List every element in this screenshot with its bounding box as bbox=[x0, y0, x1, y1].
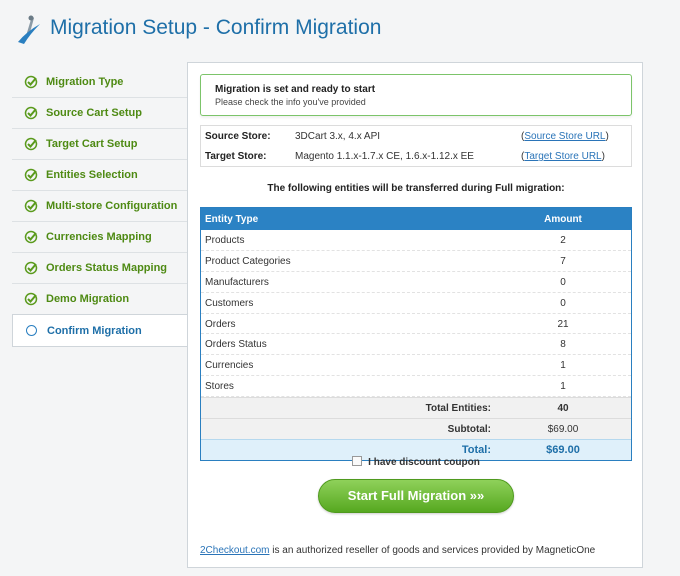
step-entities-selection[interactable]: Entities Selection bbox=[12, 160, 188, 191]
total-value: $69.00 bbox=[546, 444, 580, 457]
entity-name: Product Categories bbox=[205, 255, 291, 267]
target-store-label: Target Store: bbox=[205, 151, 267, 162]
logo-icon bbox=[18, 15, 40, 44]
entities-table: Entity Type Amount Products 2 Product Cat… bbox=[200, 207, 632, 462]
discount-coupon-label[interactable]: I have discount coupon bbox=[368, 457, 480, 468]
current-step-circle-icon bbox=[26, 325, 37, 336]
entity-name: Products bbox=[205, 235, 245, 246]
discount-coupon: I have discount coupon bbox=[188, 456, 644, 468]
check-icon bbox=[24, 261, 38, 275]
table-row: Orders 21 bbox=[201, 314, 631, 335]
reseller-note: 2Checkout.com is an authorized reseller … bbox=[200, 545, 595, 556]
check-icon bbox=[24, 106, 38, 120]
total-entities-value: 40 bbox=[557, 403, 569, 415]
step-label: Migration Type bbox=[46, 76, 124, 88]
step-label: Confirm Migration bbox=[47, 324, 142, 337]
entity-amount: 1 bbox=[560, 381, 566, 393]
step-label: Orders Status Mapping bbox=[46, 262, 168, 274]
table-header: Entity Type Amount bbox=[201, 208, 631, 230]
entity-name: Orders Status bbox=[205, 339, 267, 351]
check-icon bbox=[24, 75, 38, 89]
notice-text: Please check the info you've provided bbox=[215, 97, 366, 107]
step-confirm-migration[interactable]: Confirm Migration bbox=[12, 314, 190, 347]
store-info: Source Store: 3DCart 3.x, 4.x API Source… bbox=[200, 125, 632, 167]
amount-header: Amount bbox=[544, 214, 582, 225]
table-row: Products 2 bbox=[201, 230, 631, 251]
total-entities-row: Total Entities: 40 bbox=[201, 397, 631, 419]
step-label: Multi-store Configuration bbox=[46, 200, 178, 212]
notice-title: Migration is set and ready to start bbox=[215, 84, 376, 95]
entity-name: Customers bbox=[205, 297, 254, 309]
entity-name: Currencies bbox=[205, 360, 254, 372]
target-store-value: Magento 1.1.x-1.7.x CE, 1.6.x-1.12.x EE bbox=[295, 151, 474, 162]
subtotal-row: Subtotal: $69.00 bbox=[201, 418, 631, 440]
target-store-row: Target Store: Magento 1.1.x-1.7.x CE, 1.… bbox=[201, 146, 631, 166]
table-row: Manufacturers 0 bbox=[201, 272, 631, 293]
source-store-label: Source Store: bbox=[205, 131, 271, 142]
entity-amount: 21 bbox=[557, 318, 569, 330]
entity-amount: 8 bbox=[560, 339, 566, 351]
source-store-url-link[interactable]: Source Store URL bbox=[521, 131, 609, 142]
entity-amount: 0 bbox=[560, 276, 566, 288]
entities-intro: The following entities will be transferr… bbox=[267, 183, 565, 194]
step-label: Source Cart Setup bbox=[46, 107, 142, 119]
entity-amount: 2 bbox=[560, 235, 566, 246]
reseller-text: is an authorized reseller of goods and s… bbox=[269, 545, 596, 556]
step-label: Demo Migration bbox=[46, 293, 130, 305]
table-row: Orders Status 8 bbox=[201, 334, 631, 356]
source-store-row: Source Store: 3DCart 3.x, 4.x API Source… bbox=[201, 126, 631, 146]
step-currencies-mapping[interactable]: Currencies Mapping bbox=[12, 222, 188, 253]
entity-name: Stores bbox=[205, 381, 234, 393]
page-header: Migration Setup - Confirm Migration bbox=[0, 0, 680, 62]
table-row: Product Categories 7 bbox=[201, 251, 631, 272]
total-entities-label: Total Entities: bbox=[425, 403, 491, 415]
step-multi-store-configuration[interactable]: Multi-store Configuration bbox=[12, 191, 188, 222]
step-source-cart-setup[interactable]: Source Cart Setup bbox=[12, 98, 188, 129]
step-label: Entities Selection bbox=[46, 169, 138, 181]
target-store-url-link[interactable]: Target Store URL bbox=[521, 151, 605, 162]
step-orders-status-mapping[interactable]: Orders Status Mapping bbox=[12, 253, 188, 284]
check-icon bbox=[24, 292, 38, 306]
check-icon bbox=[24, 137, 38, 151]
entity-name: Orders bbox=[205, 318, 236, 330]
subtotal-label: Subtotal: bbox=[447, 424, 491, 436]
step-migration-type[interactable]: Migration Type bbox=[12, 67, 188, 98]
check-icon bbox=[24, 230, 38, 244]
confirm-panel: Migration is set and ready to start Plea… bbox=[187, 62, 643, 568]
step-label: Target Cart Setup bbox=[46, 138, 138, 150]
ready-notice: Migration is set and ready to start Plea… bbox=[200, 74, 632, 116]
check-icon bbox=[24, 168, 38, 182]
start-full-migration-button[interactable]: Start Full Migration »» bbox=[318, 479, 514, 513]
step-demo-migration[interactable]: Demo Migration bbox=[12, 284, 188, 315]
step-label: Currencies Mapping bbox=[46, 231, 152, 243]
subtotal-value: $69.00 bbox=[547, 424, 579, 436]
entity-amount: 1 bbox=[560, 360, 566, 372]
entity-name: Manufacturers bbox=[205, 276, 269, 288]
step-target-cart-setup[interactable]: Target Cart Setup bbox=[12, 129, 188, 160]
page-title: Migration Setup - Confirm Migration bbox=[50, 16, 382, 39]
check-icon bbox=[24, 199, 38, 213]
discount-coupon-checkbox[interactable] bbox=[352, 456, 363, 467]
entity-type-header: Entity Type bbox=[205, 214, 259, 225]
entity-amount: 7 bbox=[560, 255, 566, 267]
entity-amount: 0 bbox=[560, 297, 566, 309]
source-store-value: 3DCart 3.x, 4.x API bbox=[295, 131, 381, 142]
table-row: Stores 1 bbox=[201, 376, 631, 398]
table-row: Customers 0 bbox=[201, 293, 631, 314]
total-label: Total: bbox=[461, 444, 491, 457]
wizard-steps: Migration Type Source Cart Setup Target … bbox=[12, 67, 190, 347]
table-row: Currencies 1 bbox=[201, 355, 631, 377]
2checkout-link[interactable]: 2Checkout.com bbox=[200, 545, 269, 556]
